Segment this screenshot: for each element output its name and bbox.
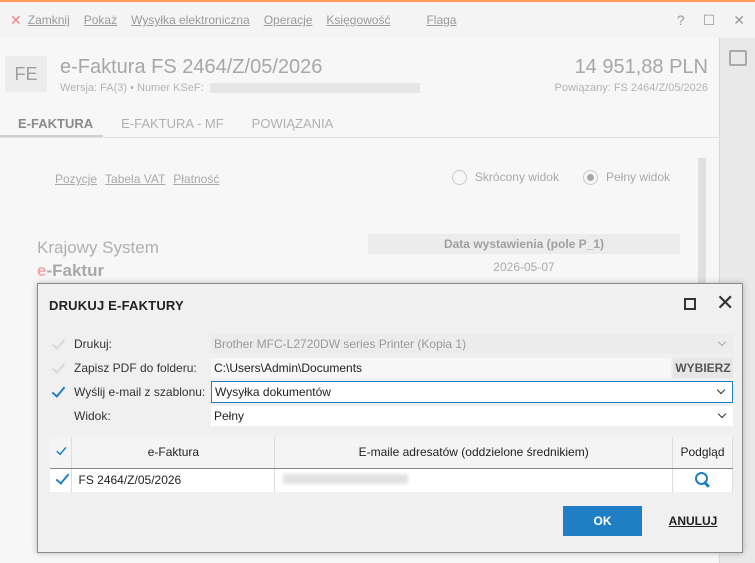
menu-operacje[interactable]: Operacje: [264, 13, 313, 27]
email-template-select[interactable]: Wysyłka dokumentów: [211, 381, 733, 403]
doc-tabs: E-FAKTURA E-FAKTURA - MF POWIĄZANIA: [0, 108, 718, 138]
chevron-down-icon: [717, 337, 727, 347]
choose-folder-button[interactable]: WYBIERZ: [673, 358, 733, 378]
subtabs: Pozycje Tabela VAT Płatność: [55, 172, 219, 186]
close-icon[interactable]: ✕: [10, 12, 22, 29]
tab-e-faktura[interactable]: E-FAKTURA: [0, 108, 104, 137]
row-preview-cell[interactable]: [672, 468, 734, 492]
maximize-icon[interactable]: ☐: [703, 12, 716, 29]
doc-related: Powiązany: FS 2464/Z/05/2026: [554, 82, 708, 94]
doc-subtitle-text: Wersja: FA(3) • Numer KSeF:: [60, 82, 204, 94]
invoice-table: e-Faktura E-maile adresatów (oddzielone …: [50, 437, 734, 492]
doc-amount: 14 951,88 PLN: [574, 56, 708, 78]
radio-full[interactable]: [582, 170, 598, 186]
select-all-cell[interactable]: [50, 437, 73, 469]
view-short-label: Skrócony widok: [474, 170, 559, 184]
doc-subtitle: Wersja: FA(3) • Numer KSeF:: [60, 82, 420, 94]
top-menu-bar: ✕ Zamknij Pokaż Wysyłka elektroniczna Op…: [0, 0, 755, 38]
subtab-platnosc[interactable]: Płatność: [173, 172, 219, 186]
row-pdf: Zapisz PDF do folderu:: [50, 357, 197, 379]
table-header-row: e-Faktura E-maile adresatów (oddzielone …: [50, 437, 734, 469]
ksef-number-redacted: [209, 83, 420, 94]
ksef-line2: e-Faktur: [37, 259, 159, 282]
col-preview[interactable]: Podgląd: [672, 437, 734, 469]
chevron-down-icon: [717, 409, 727, 419]
ksef-logo: Krajowy System e-Faktur: [37, 236, 159, 282]
view-select[interactable]: Pełny: [211, 406, 733, 426]
printer-select[interactable]: Brother MFC-L2720DW series Printer (Kopi…: [211, 334, 733, 354]
email-redacted: [283, 474, 409, 485]
print-dialog: DRUKUJ E-FAKTURY ✕ Drukuj: Brother MFC-L…: [37, 283, 743, 553]
row-print: Drukuj:: [50, 333, 112, 355]
view-full-label: Pełny widok: [605, 170, 670, 184]
window-close-icon[interactable]: ✕: [733, 12, 745, 29]
tab-powiazania[interactable]: POWIĄZANIA: [234, 108, 344, 137]
print-checkbox[interactable]: [50, 336, 66, 352]
view-spacer: [50, 408, 66, 424]
subtab-pozycje[interactable]: Pozycje: [55, 172, 97, 186]
view-label: Widok:: [74, 409, 111, 423]
chevron-down-icon: [716, 385, 726, 395]
view-value: Pełny: [214, 409, 245, 423]
doc-badge: FE: [5, 56, 47, 92]
ksef-rest: -Faktur: [46, 261, 105, 280]
date-header: Data wystawienia (pole P_1): [368, 234, 680, 254]
menu-pokaz[interactable]: Pokaż: [84, 13, 117, 27]
email-template-value: Wysyłka dokumentów: [215, 385, 331, 399]
help-icon[interactable]: ?: [677, 12, 685, 29]
cancel-button[interactable]: ANULUJ: [660, 506, 726, 536]
view-switch: Skrócony widok Pełny widok: [451, 170, 670, 186]
col-emails[interactable]: E-maile adresatów (oddzielone średnikiem…: [274, 437, 673, 469]
row-invoice-number: FS 2464/Z/05/2026: [71, 468, 276, 492]
tab-e-faktura-mf[interactable]: E-FAKTURA - MF: [103, 108, 234, 137]
col-efaktura[interactable]: e-Faktura: [71, 437, 276, 469]
row-email-field[interactable]: [274, 468, 673, 492]
dialog-maximize-icon[interactable]: [684, 298, 696, 310]
row-view: Widok:: [50, 405, 111, 427]
view-short-option[interactable]: Skrócony widok: [451, 170, 559, 186]
table-row[interactable]: FS 2464/Z/05/2026: [50, 468, 734, 492]
search-icon[interactable]: [695, 471, 709, 486]
select-all-checkbox[interactable]: [55, 445, 67, 457]
pdf-label: Zapisz PDF do folderu:: [74, 361, 197, 375]
dialog-close-icon[interactable]: ✕: [716, 292, 734, 314]
row-email: Wyślij e-mail z szablonu:: [50, 381, 205, 403]
menu: ✕ Zamknij Pokaż Wysyłka elektroniczna Op…: [0, 12, 456, 29]
pdf-checkbox[interactable]: [50, 360, 66, 376]
row-checkbox-cell[interactable]: [50, 468, 73, 492]
doc-title: e-Faktura FS 2464/Z/05/2026: [60, 56, 323, 78]
menu-zamknij[interactable]: Zamknij: [28, 13, 70, 27]
pdf-path-field[interactable]: C:\Users\Admin\Documents: [211, 358, 671, 378]
pdf-path-value: C:\Users\Admin\Documents: [214, 361, 363, 375]
comment-icon[interactable]: [729, 50, 747, 66]
printer-value: Brother MFC-L2720DW series Printer (Kopi…: [214, 337, 467, 351]
menu-wysylka[interactable]: Wysyłka elektroniczna: [131, 13, 250, 27]
radio-short[interactable]: [451, 170, 467, 186]
subtab-tabela-vat[interactable]: Tabela VAT: [105, 172, 165, 186]
menu-ksiegowosc[interactable]: Księgowość: [326, 13, 390, 27]
dialog-title: DRUKUJ E-FAKTURY: [49, 298, 184, 313]
window-controls: ? ☐ ✕: [677, 12, 745, 29]
ok-button[interactable]: OK: [563, 506, 642, 536]
email-label: Wyślij e-mail z szablonu:: [74, 385, 206, 399]
email-checkbox[interactable]: [50, 384, 66, 400]
ksef-line1: Krajowy System: [37, 238, 159, 257]
print-label: Drukuj:: [74, 337, 113, 351]
menu-flaga[interactable]: Flaga: [426, 13, 456, 27]
row-checkbox[interactable]: [54, 471, 70, 487]
view-full-option[interactable]: Pełny widok: [582, 170, 670, 186]
date-value: 2026-05-07: [493, 260, 555, 274]
